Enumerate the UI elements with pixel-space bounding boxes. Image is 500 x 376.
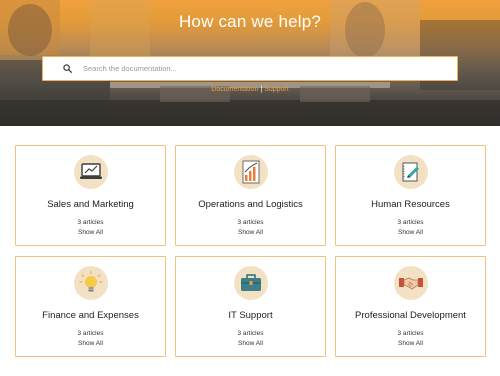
show-all-link[interactable]: Show All bbox=[176, 229, 325, 236]
category-card-professional-development[interactable]: Professional Development 3 articles Show… bbox=[335, 256, 486, 357]
lightbulb-icon bbox=[74, 266, 108, 300]
breadcrumb: Documentation | Support bbox=[0, 86, 500, 93]
article-count: 3 articles bbox=[397, 330, 424, 337]
category-card-operations-logistics[interactable]: Operations and Logistics 3 articles Show… bbox=[175, 145, 326, 246]
handshake-icon bbox=[394, 266, 428, 300]
article-count: 3 articles bbox=[77, 219, 104, 226]
breadcrumb-separator: | bbox=[260, 86, 263, 93]
breadcrumb-documentation-link[interactable]: Documentation bbox=[211, 86, 258, 93]
show-all-link[interactable]: Show All bbox=[336, 229, 485, 236]
category-card-it-support[interactable]: IT Support 3 articles Show All bbox=[175, 256, 326, 357]
card-title: Operations and Logistics bbox=[198, 199, 303, 210]
card-title: Sales and Marketing bbox=[47, 199, 134, 210]
search-icon bbox=[63, 64, 83, 73]
article-count: 3 articles bbox=[237, 330, 264, 337]
article-count: 3 articles bbox=[237, 219, 264, 226]
laptop-chart-icon bbox=[74, 155, 108, 189]
search-box[interactable] bbox=[42, 56, 458, 81]
show-all-link[interactable]: Show All bbox=[176, 340, 325, 347]
briefcase-icon bbox=[234, 266, 268, 300]
notebook-pen-icon bbox=[394, 155, 428, 189]
card-title: IT Support bbox=[228, 310, 273, 321]
show-all-link[interactable]: Show All bbox=[16, 340, 165, 347]
breadcrumb-support-link[interactable]: Support bbox=[264, 86, 289, 93]
show-all-link[interactable]: Show All bbox=[336, 340, 485, 347]
category-card-finance-expenses[interactable]: Finance and Expenses 3 articles Show All bbox=[15, 256, 166, 357]
category-card-sales-marketing[interactable]: Sales and Marketing 3 articles Show All bbox=[15, 145, 166, 246]
card-title: Professional Development bbox=[355, 310, 466, 321]
show-all-link[interactable]: Show All bbox=[16, 229, 165, 236]
article-count: 3 articles bbox=[397, 219, 424, 226]
article-count: 3 articles bbox=[77, 330, 104, 337]
search-input[interactable] bbox=[83, 64, 443, 73]
hero-banner: How can we help? Documentation|Support bbox=[0, 0, 500, 126]
category-card-human-resources[interactable]: Human Resources 3 articles Show All bbox=[335, 145, 486, 246]
card-title: Finance and Expenses bbox=[42, 310, 139, 321]
bar-chart-icon bbox=[234, 155, 268, 189]
page-title: How can we help? bbox=[178, 12, 322, 31]
card-title: Human Resources bbox=[371, 199, 450, 210]
